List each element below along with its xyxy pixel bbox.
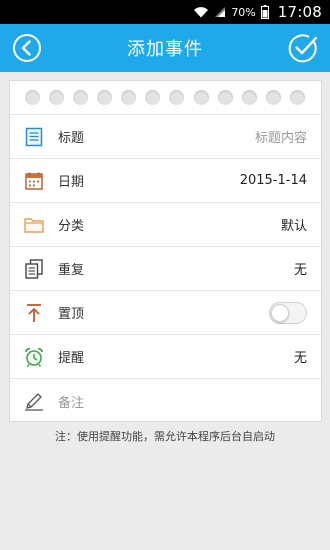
reminder-label: 提醒	[58, 351, 85, 366]
document-icon	[24, 127, 44, 147]
notebook-hole	[289, 90, 305, 105]
copy-icon	[24, 258, 44, 279]
notebook-hole	[145, 90, 161, 105]
repeat-value[interactable]: 无	[294, 259, 307, 278]
category-row[interactable]: 分类 默认	[10, 203, 321, 247]
confirm-button[interactable]	[288, 33, 318, 63]
title-row[interactable]: 标题 标题内容	[10, 115, 321, 159]
notebook-holes	[10, 81, 321, 115]
notebook-hole	[121, 90, 137, 105]
notebook-hole	[265, 90, 281, 105]
notebook-hole	[25, 90, 40, 105]
notebook-hole	[49, 90, 65, 105]
date-label: 日期	[58, 175, 85, 190]
date-value[interactable]: 2015-1-14	[240, 173, 307, 188]
repeat-row[interactable]: 重复 无	[10, 247, 321, 291]
folder-icon	[24, 215, 44, 235]
pin-top-row: 置顶	[10, 291, 321, 335]
notebook-hole	[97, 90, 113, 105]
notebook-hole	[73, 90, 89, 105]
title-input[interactable]: 标题内容	[255, 127, 307, 146]
event-form-card: 标题 标题内容 日期 2015-1-14 分类 默认 重复 无 置顶 提醒 无 …	[9, 80, 322, 422]
category-value[interactable]: 默认	[281, 215, 307, 234]
back-arrow-icon	[13, 34, 41, 62]
back-button[interactable]	[12, 33, 42, 63]
notebook-hole	[241, 90, 257, 105]
reminder-row[interactable]: 提醒 无	[10, 335, 321, 379]
app-header: 添加事件	[0, 24, 330, 72]
repeat-label: 重复	[58, 263, 85, 278]
calendar-icon	[24, 171, 44, 191]
alarm-clock-icon	[24, 347, 44, 367]
clock: 17:08	[277, 3, 322, 21]
reminder-value[interactable]: 无	[294, 347, 307, 366]
wifi-icon	[193, 6, 209, 18]
signal-icon	[214, 6, 226, 18]
pencil-icon	[24, 391, 44, 411]
notes-input[interactable]: 备注	[58, 392, 307, 411]
category-label: 分类	[58, 219, 85, 234]
notes-row[interactable]: 备注	[10, 379, 321, 423]
footnote: 注：使用提醒功能，需允许本程序后台自启动	[55, 430, 275, 443]
pin-top-toggle[interactable]	[269, 301, 307, 324]
page-title: 添加事件	[127, 39, 203, 60]
date-row[interactable]: 日期 2015-1-14	[10, 159, 321, 203]
notebook-hole	[217, 90, 233, 105]
battery-percent: 70%	[231, 5, 256, 19]
title-label: 标题	[58, 131, 85, 146]
toggle-knob	[271, 303, 289, 322]
notebook-hole	[193, 90, 209, 105]
check-circle-icon	[288, 34, 318, 63]
pin-top-label: 置顶	[58, 307, 85, 322]
pin-top-icon	[24, 303, 44, 323]
status-bar: 70% 17:08	[0, 0, 330, 24]
notebook-hole	[169, 90, 185, 105]
battery-icon	[260, 5, 269, 19]
